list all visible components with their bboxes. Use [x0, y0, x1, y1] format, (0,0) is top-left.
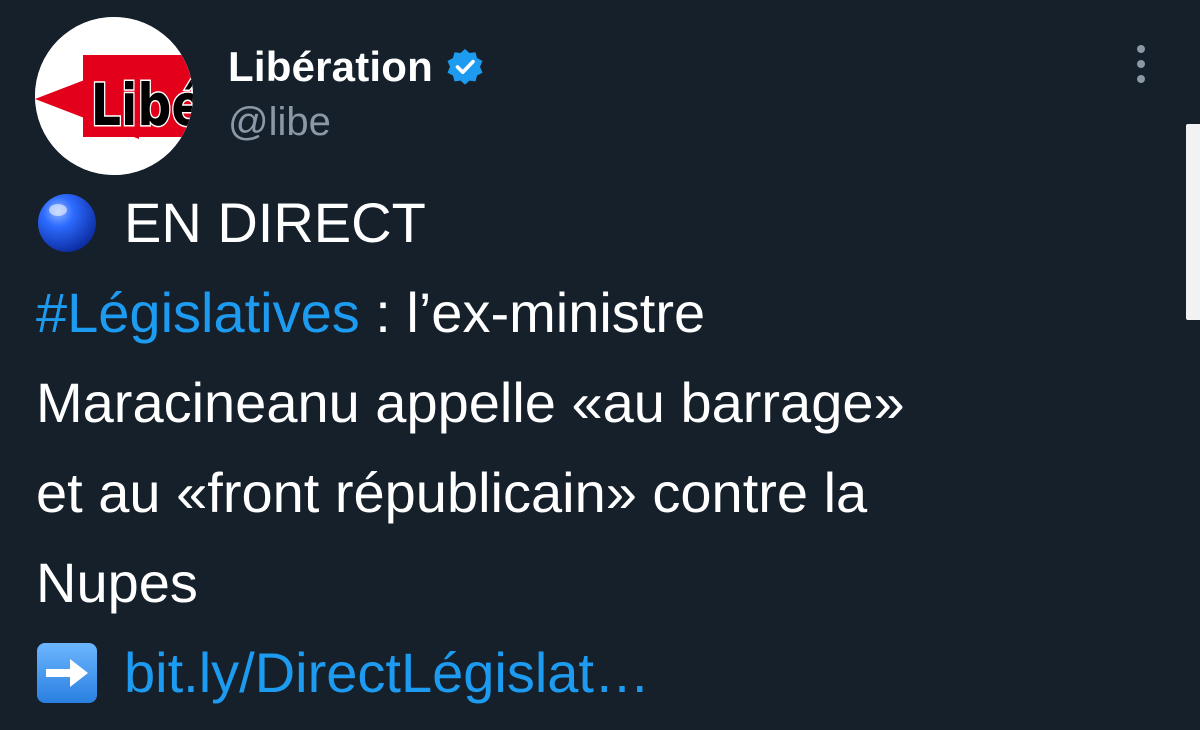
scrollbar[interactable]: [1186, 124, 1200, 320]
blue-circle-emoji: [36, 190, 98, 253]
tweet-line-2: #Législatives : l’ex-ministre: [36, 268, 1136, 358]
right-arrow-emoji: [36, 640, 98, 704]
tweet[interactable]: Libé Libération @libe EN DIRECT #Législa…: [0, 0, 1200, 704]
author-name-row: Libération: [228, 40, 485, 94]
author-handle[interactable]: @libe: [228, 97, 331, 147]
tweet-line-5: Nupes: [36, 551, 198, 614]
display-name[interactable]: Libération: [228, 40, 433, 94]
live-label: EN DIRECT: [124, 191, 426, 254]
avatar-logo-text: Libé: [91, 71, 193, 139]
avatar[interactable]: Libé: [35, 17, 193, 175]
tweet-line-4: et au «front républicain» contre la: [36, 461, 868, 524]
more-vertical-icon[interactable]: [1128, 44, 1154, 84]
verified-badge-icon: [445, 47, 485, 87]
tweet-line-3: Maracineanu appelle «au barrage»: [36, 371, 905, 434]
liberation-logo: Libé: [35, 17, 193, 175]
tweet-text-line2: : l’ex-ministre: [359, 281, 706, 344]
tweet-text: EN DIRECT #Législatives : l’ex-ministre …: [36, 178, 1136, 718]
tweet-line-link: bit.ly/DirectLégislat…: [36, 628, 1136, 718]
tweet-link[interactable]: bit.ly/DirectLégislat…: [124, 641, 650, 704]
hashtag-link[interactable]: #Législatives: [36, 281, 360, 344]
tweet-line-live: EN DIRECT: [36, 178, 1136, 268]
